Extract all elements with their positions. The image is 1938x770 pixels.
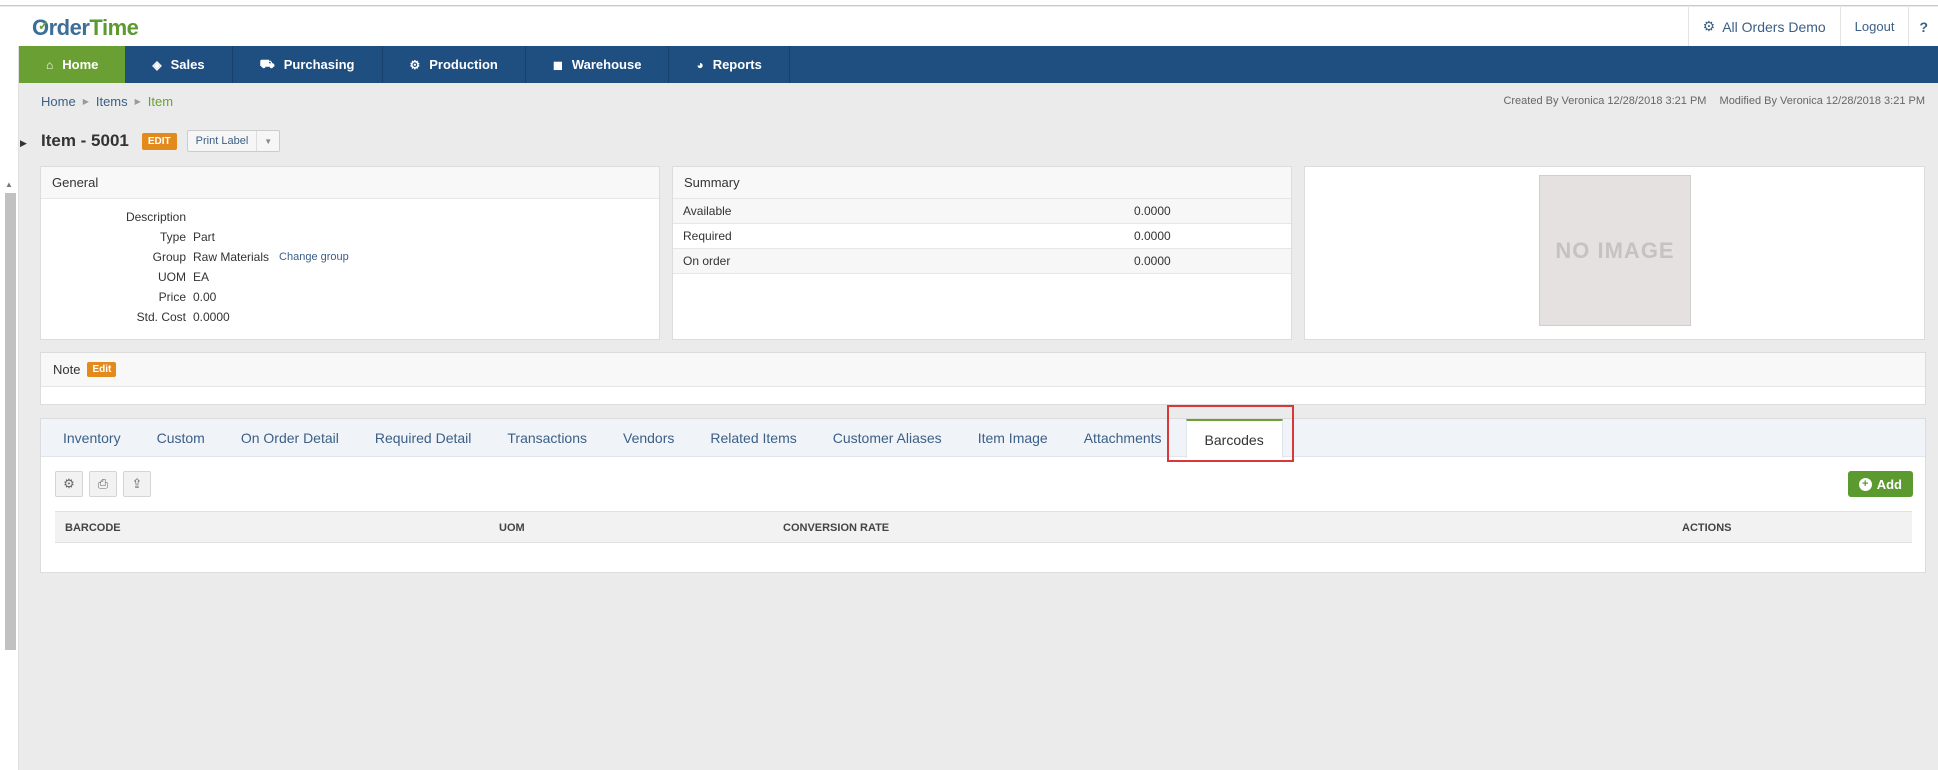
add-barcode-button[interactable]: + Add xyxy=(1847,471,1913,497)
logo-text-time: Time xyxy=(89,15,139,40)
printer-icon: ⎙ xyxy=(97,476,109,491)
tab-transactions[interactable]: Transactions xyxy=(489,419,605,456)
page-title: Item - 5001 xyxy=(41,131,129,150)
audit-info: Created By Veronica 12/28/2018 3:21 PM M… xyxy=(1503,95,1925,107)
logout-link[interactable]: Logout xyxy=(1839,7,1909,46)
scroll-up-arrow-icon[interactable]: ▲ xyxy=(5,180,13,189)
company-label: All Orders Demo xyxy=(1722,18,1826,35)
summary-row-required: Required 0.0000 xyxy=(673,224,1291,249)
column-header-actions: ACTIONS xyxy=(1682,522,1732,534)
tab-custom[interactable]: Custom xyxy=(139,419,223,456)
tab-item-image[interactable]: Item Image xyxy=(960,419,1066,456)
gear-icon: ⚙ xyxy=(1702,18,1716,34)
app-logo[interactable]: OrderTime ✓ xyxy=(32,15,139,41)
summary-row-on-order: On order 0.0000 xyxy=(673,249,1291,274)
note-edit-button[interactable]: Edit xyxy=(87,362,117,377)
cart-icon: ⛟ xyxy=(259,56,275,71)
settings-button[interactable]: ⚙ xyxy=(55,471,83,497)
breadcrumb: Home ▶ Items ▶ Item xyxy=(41,94,173,109)
nav-warehouse[interactable]: ◼ Warehouse xyxy=(526,46,670,83)
pie-chart-icon: ◕ xyxy=(696,57,704,72)
nav-home[interactable]: ⌂ Home xyxy=(19,46,126,83)
note-panel: Note Edit xyxy=(40,352,1926,405)
chevron-down-icon[interactable]: ▼ xyxy=(257,131,279,151)
field-type: Type Part xyxy=(159,230,216,244)
tab-attachments[interactable]: Attachments xyxy=(1066,419,1180,456)
help-button[interactable]: ? xyxy=(1908,7,1938,46)
item-image-panel: NO IMAGE xyxy=(1304,166,1925,340)
tab-barcodes[interactable]: Barcodes xyxy=(1185,419,1283,458)
item-tabs-panel: Inventory Custom On Order Detail Require… xyxy=(40,418,1926,573)
breadcrumb-current: Item xyxy=(147,94,174,109)
column-header-barcode[interactable]: BARCODE xyxy=(65,522,121,534)
logo-check-icon: ✓ xyxy=(38,18,49,33)
vertical-scrollbar[interactable] xyxy=(5,193,16,650)
print-label-button[interactable]: Print Label xyxy=(188,131,258,151)
tab-required-detail[interactable]: Required Detail xyxy=(357,419,490,456)
share-icon: ⇪ xyxy=(131,476,143,491)
grid-toolbar: ⚙ ⎙ ⇪ xyxy=(55,471,151,497)
column-header-uom[interactable]: UOM xyxy=(499,522,525,534)
plus-circle-icon: + xyxy=(1858,477,1872,491)
nav-sales[interactable]: ◈ Sales xyxy=(125,46,233,83)
company-selector[interactable]: ⚙ All Orders Demo xyxy=(1687,7,1840,46)
summary-heading: Summary xyxy=(673,167,1291,199)
summary-panel: Summary Available 0.0000 Required 0.0000 O… xyxy=(672,166,1292,340)
export-button[interactable]: ⇪ xyxy=(123,471,151,497)
tab-vendors[interactable]: Vendors xyxy=(605,419,692,456)
home-icon: ⌂ xyxy=(46,57,54,72)
field-description: Description xyxy=(125,210,186,224)
nav-production[interactable]: ⚙ Production xyxy=(383,46,526,83)
change-group-link[interactable]: Change group xyxy=(279,251,349,263)
app-header: OrderTime ✓ ⚙ All Orders Demo Logout ? xyxy=(0,7,1938,46)
note-header: Note Edit xyxy=(41,353,1925,387)
field-group: Group Raw Materials Change group xyxy=(152,250,349,264)
field-uom: UOM EA xyxy=(158,270,210,284)
general-heading: General xyxy=(41,167,659,199)
tab-related-items[interactable]: Related Items xyxy=(692,419,814,456)
cube-icon: ◼ xyxy=(552,57,563,72)
general-fields: Description Type Part Group Raw Materials C… xyxy=(41,207,349,327)
gears-icon: ⚙ xyxy=(409,57,421,72)
page-titlebar: Item - 5001 EDIT Print Label ▼ xyxy=(41,130,281,152)
nav-purchasing[interactable]: ⛟ Purchasing xyxy=(233,46,383,83)
created-by: Created By Veronica 12/28/2018 3:21 PM xyxy=(1503,95,1707,107)
breadcrumb-items[interactable]: Items xyxy=(96,94,128,109)
chevron-right-icon: ▶ xyxy=(82,97,89,106)
sidebar-expand-icon[interactable]: ▶ xyxy=(20,138,27,149)
chevron-right-icon: ▶ xyxy=(134,97,141,106)
edit-item-button[interactable]: EDIT xyxy=(141,132,177,150)
tab-on-order-detail[interactable]: On Order Detail xyxy=(223,419,357,456)
breadcrumb-home[interactable]: Home xyxy=(41,94,76,109)
tab-inventory[interactable]: Inventory xyxy=(45,419,139,456)
tag-icon: ◈ xyxy=(152,57,162,72)
general-panel: General Description Type Part Group Raw Ma… xyxy=(40,166,660,340)
print-label-split-button: Print Label ▼ xyxy=(186,130,281,152)
barcodes-table-header: BARCODE UOM CONVERSION RATE ACTIONS xyxy=(55,511,1912,543)
print-button[interactable]: ⎙ xyxy=(89,471,117,497)
window-top-border xyxy=(0,0,1938,6)
gear-icon: ⚙ xyxy=(63,476,75,491)
tab-strip: Inventory Custom On Order Detail Require… xyxy=(41,419,1925,458)
tab-customer-aliases[interactable]: Customer Aliases xyxy=(815,419,960,456)
summary-row-available: Available 0.0000 xyxy=(673,199,1291,224)
note-heading: Note xyxy=(53,362,81,377)
header-actions: ⚙ All Orders Demo Logout ? xyxy=(1687,7,1938,46)
column-header-conversion-rate[interactable]: CONVERSION RATE xyxy=(783,522,889,534)
field-std-cost: Std. Cost 0.0000 xyxy=(136,310,230,324)
main-nav: ⌂ Home ◈ Sales ⛟ Purchasing ⚙ Production ◼ Wa… xyxy=(19,46,1938,83)
modified-by: Modified By Veronica 12/28/2018 3:21 PM xyxy=(1719,95,1925,107)
field-price: Price 0.00 xyxy=(158,290,217,304)
nav-reports[interactable]: ◕ Reports xyxy=(669,46,790,83)
no-image-placeholder[interactable]: NO IMAGE xyxy=(1539,175,1691,326)
